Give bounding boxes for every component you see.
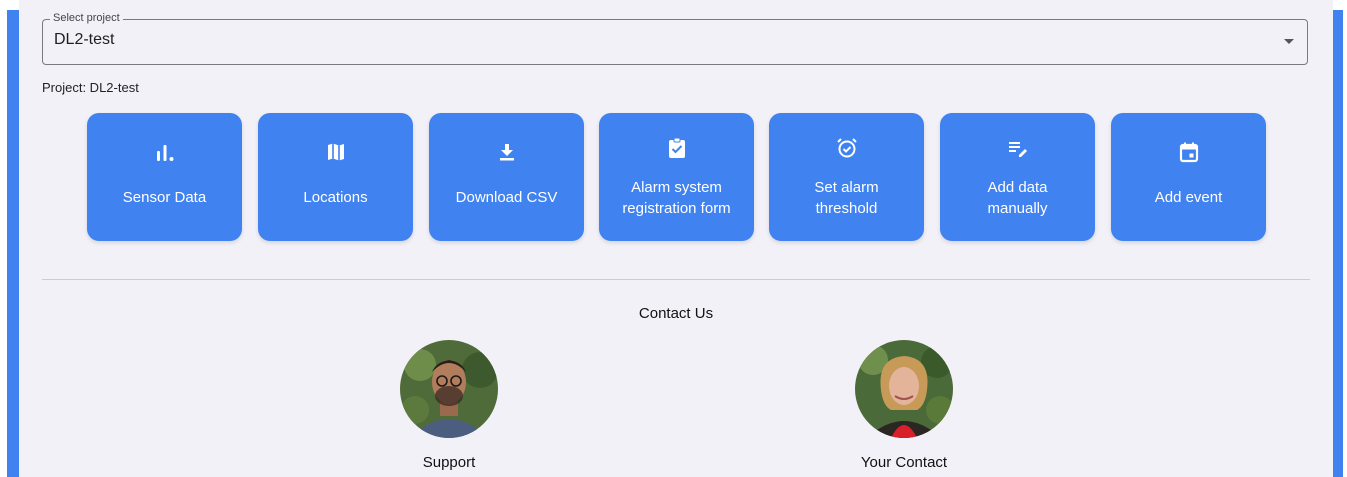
your-contact-avatar [855,340,953,438]
left-margin [0,0,7,477]
download-icon [429,141,584,165]
tile-label: Sensor Data [122,189,207,206]
tile-label: Download CSV [455,189,558,206]
main-panel: Select project DL2-test Project: DL2-tes… [19,0,1333,477]
support-avatar [400,340,498,438]
clipboard-check-icon [599,137,754,161]
tile-label: Add event [1154,189,1223,206]
download-csv-button[interactable]: Download CSV [429,113,584,241]
set-alarm-threshold-button[interactable]: Set alarm threshold [769,113,924,241]
sensor-data-button[interactable]: Sensor Data [87,113,242,241]
calendar-icon [1111,141,1266,165]
tile-label-line1: Add data [987,179,1048,196]
add-event-button[interactable]: Add event [1111,113,1266,241]
section-divider [42,279,1310,280]
alarm-icon [769,137,924,161]
tile-label-line1: Alarm system [631,179,722,196]
bar-chart-icon [87,141,242,165]
add-data-manually-button[interactable]: Add data manually [940,113,1095,241]
right-frame-bar [1333,10,1343,477]
dropdown-arrow-icon[interactable] [1284,39,1294,44]
current-project-text: Project: DL2-test [42,80,139,95]
map-icon [258,141,413,165]
tile-label: Locations [303,189,368,206]
contact-us-heading: Contact Us [638,305,714,322]
tile-label-line1: Set alarm [814,179,879,196]
alarm-registration-form-button[interactable]: Alarm system registration form [599,113,754,241]
tile-label-line2: threshold [815,200,878,217]
project-select[interactable] [42,19,1308,65]
project-select-value[interactable]: DL2-test [54,31,114,49]
tile-label: Set alarm threshold [775,177,918,219]
action-tiles: Sensor Data Locations Download CSV Alarm… [19,113,1333,241]
tile-label: Add data manually [946,177,1089,219]
edit-note-icon [940,137,1095,161]
tile-label: Alarm system registration form [605,177,748,219]
tile-label-line2: manually [987,200,1048,217]
left-frame-bar [7,10,19,477]
support-name: Support [422,454,476,471]
project-select-label: Select project [50,12,123,24]
locations-button[interactable]: Locations [258,113,413,241]
your-contact-name: Your Contact [860,454,948,471]
tile-label-line2: registration form [622,200,731,217]
